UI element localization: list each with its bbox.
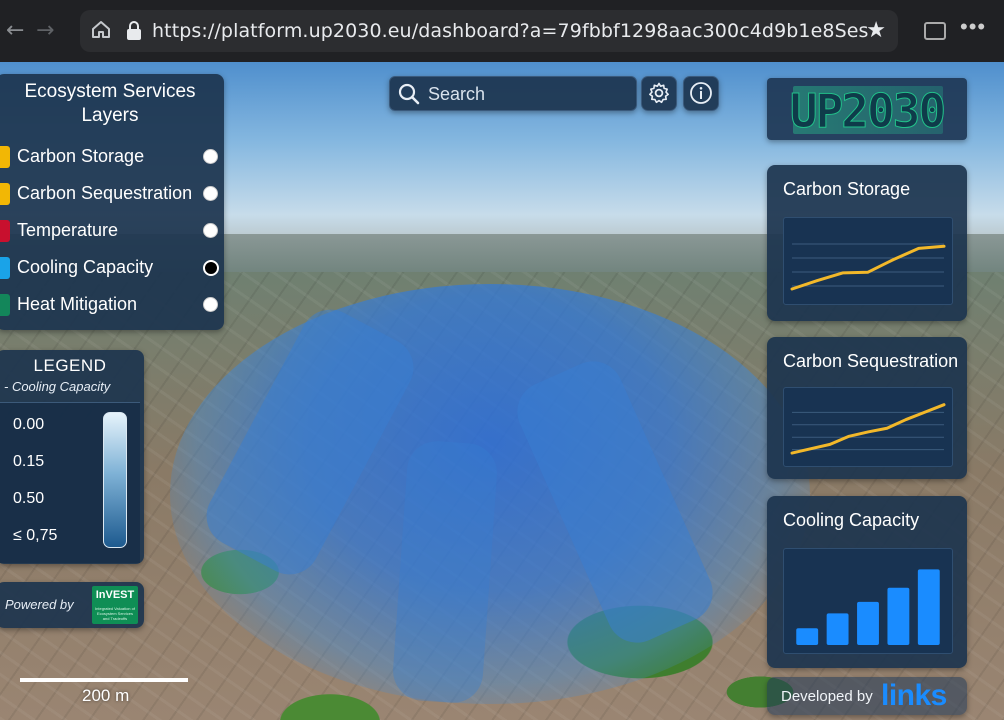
layer-color-swatch [0,257,10,279]
chart-plot [783,548,953,654]
chart-plot [783,217,953,305]
layers-panel: Ecosystem Services Layers Carbon Storage… [0,74,224,330]
legend-value: 0.00 [13,416,45,433]
chart-card-carbon-sequestration[interactable]: Carbon Sequestration [767,337,967,479]
layer-radio[interactable] [203,149,218,164]
layer-label: Heat Mitigation [17,294,138,314]
chart-plot [783,387,953,467]
links-logo[interactable]: links [881,679,947,713]
legend-value: ≤ 0,75 [13,527,58,544]
developed-by-label: Developed by [781,688,873,705]
layer-color-swatch [0,220,10,242]
chart-series-line [790,244,946,291]
layer-color-swatch [0,183,10,205]
layer-label: Carbon Storage [17,146,145,166]
address-bar[interactable]: https://platform.up2030.eu/dashboard?a=7… [80,10,898,52]
layer-radio[interactable] [203,260,219,276]
search-icon[interactable] [397,82,421,106]
chart-bar [917,569,940,645]
arrow-left-icon[interactable]: ← [6,18,24,43]
browser-toolbar: ← → https://platform.up2030.eu/dashboard… [0,0,1004,62]
chart-title: Cooling Capacity [783,510,920,530]
search-input[interactable] [426,82,626,106]
legend-color-gradient [103,412,127,548]
legend-subtitle: - Cooling Capacity [4,379,111,394]
info-icon[interactable] [689,81,713,105]
gear-icon[interactable] [647,81,671,105]
chart-card-cooling-capacity[interactable]: Cooling Capacity [767,496,967,668]
layer-radio[interactable] [203,186,218,201]
chart-bar [857,601,879,645]
chart-title: Carbon Sequestration [783,351,959,371]
info-button[interactable] [683,76,719,111]
invest-logo-text: InVEST [95,589,135,601]
cooling-capacity-overlay-strip [391,439,499,705]
layers-panel-title: Ecosystem Services Layers [0,80,224,128]
invest-logo-subtext: Integrated Valuation of Ecosystem Servic… [95,606,135,621]
layers-title-line2: Layers [81,105,139,126]
layer-item-carbon-storage[interactable]: Carbon Storage [0,142,224,172]
chart-bar [887,587,910,645]
lock-icon[interactable] [126,21,142,41]
map-scale-label: 200 m [82,686,130,705]
map-scale-bar [20,678,188,682]
carbon-storage-line-chart [790,243,946,291]
powered-by-label: Powered by [5,597,74,612]
settings-button[interactable] [641,76,677,111]
chart-bar [796,628,819,645]
developed-by-badge: Developed by links [767,677,967,715]
legend-panel: LEGEND - Cooling Capacity 0.00 0.15 0.50… [0,350,144,564]
invest-logo[interactable]: InVEST Integrated Valuation of Ecosystem… [92,586,138,624]
layer-color-swatch [0,294,10,316]
star-icon[interactable]: ★ [866,17,886,43]
layer-radio[interactable] [203,297,218,312]
legend-value: 0.15 [13,453,45,470]
more-horizontal-icon[interactable]: ••• [960,14,986,40]
layer-item-heat-mitigation[interactable]: Heat Mitigation [0,290,224,320]
chart-bar [826,613,849,645]
layer-radio[interactable] [203,223,218,238]
layer-label: Carbon Sequestration [17,183,193,203]
arrow-right-icon[interactable]: → [36,18,54,43]
home-icon[interactable] [90,18,112,40]
powered-by-badge: Powered by InVEST Integrated Valuation o… [0,582,144,628]
layer-color-swatch [0,146,10,168]
layer-item-carbon-sequestration[interactable]: Carbon Sequestration [0,179,224,209]
legend-title: LEGEND [33,356,107,375]
layer-label: Cooling Capacity [17,257,154,277]
logo-text: UP2030 [767,84,967,139]
url-text[interactable]: https://platform.up2030.eu/dashboard?a=7… [152,20,868,42]
layer-item-temperature[interactable]: Temperature [0,216,224,246]
layers-title-line1: Ecosystem Services [24,81,196,102]
chart-title: Carbon Storage [783,179,911,199]
up2030-logo: UP2030 [767,78,967,140]
layer-item-cooling-capacity[interactable]: Cooling Capacity [0,253,224,283]
search-bar[interactable] [389,76,637,111]
legend-value: 0.50 [13,490,45,507]
tabs-icon[interactable] [924,22,946,40]
chart-card-carbon-storage[interactable]: Carbon Storage [767,165,967,321]
carbon-sequestration-line-chart [790,403,946,455]
cooling-capacity-bar-chart [796,569,940,645]
layer-label: Temperature [17,220,119,240]
